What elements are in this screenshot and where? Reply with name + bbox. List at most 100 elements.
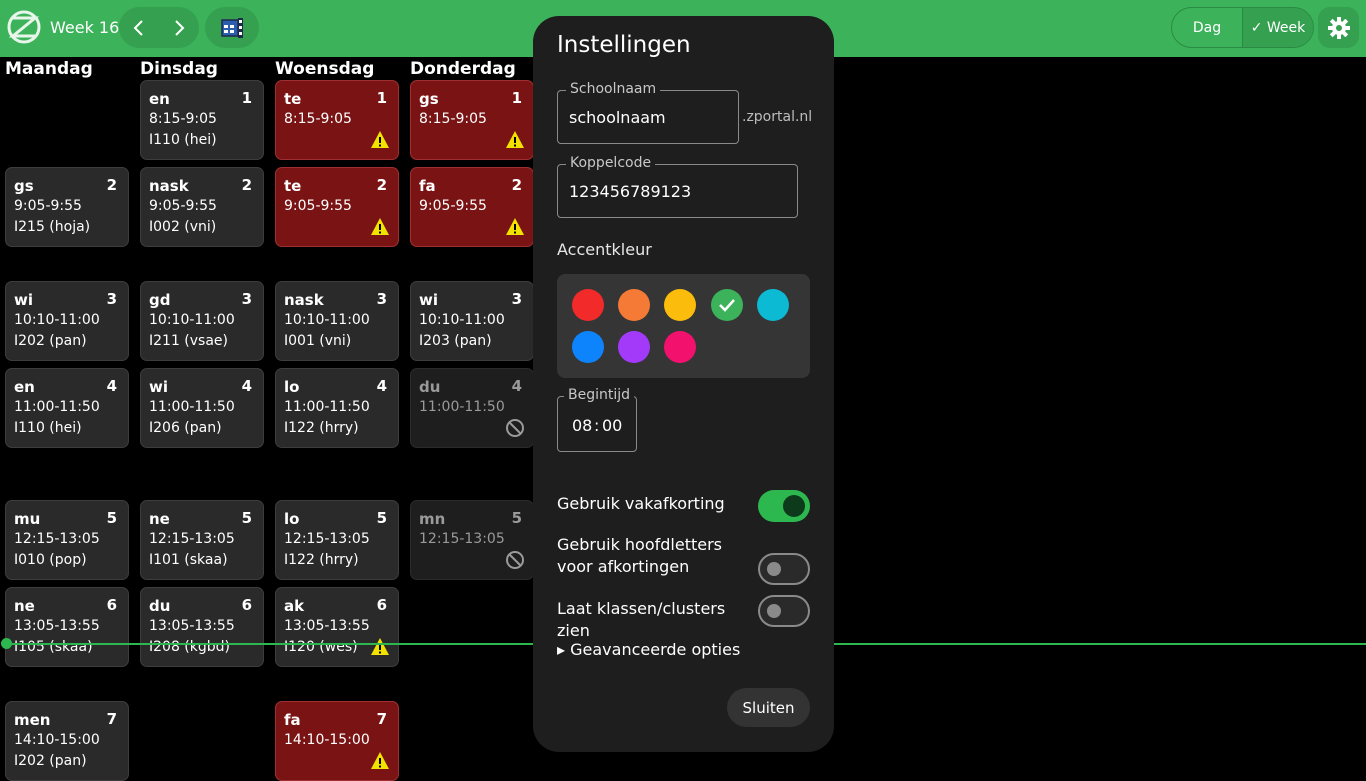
calendar-export-button[interactable] (205, 7, 259, 48)
use-abbreviation-toggle[interactable] (758, 490, 810, 522)
lesson-time: 11:00-11:50 (14, 399, 100, 415)
lesson-card[interactable]: men 7 14:10-15:00 I202 (pan) (5, 701, 129, 781)
previous-week-button[interactable] (119, 7, 159, 48)
calendar-icon (221, 17, 243, 38)
current-time-dot (1, 638, 12, 649)
day-view-button[interactable]: Dag (1172, 8, 1243, 47)
lesson-card[interactable]: nask 3 10:10-11:00 I001 (vni) (275, 281, 399, 361)
lesson-card[interactable]: ak 6 13:05-13:55 I120 (wes) (275, 587, 399, 667)
color-swatch-blue[interactable] (572, 331, 604, 363)
lesson-time: 9:05-9:55 (284, 198, 352, 214)
school-name-value: schoolnaam (569, 108, 666, 127)
lesson-time: 8:15-9:05 (149, 111, 217, 127)
color-swatch-purple[interactable] (618, 331, 650, 363)
lesson-period: 4 (376, 377, 387, 395)
lesson-card[interactable]: fa 2 9:05-9:55 (410, 167, 534, 247)
gear-icon (1327, 16, 1350, 39)
lesson-card[interactable]: du 6 13:05-13:55 I208 (kgbd) (140, 587, 264, 667)
lesson-card[interactable]: lo 4 11:00-11:50 I122 (hrry) (275, 368, 399, 448)
link-code-label: Koppelcode (566, 155, 656, 171)
show-classes-toggle[interactable] (758, 595, 810, 627)
lesson-room: I211 (vsae) (149, 333, 228, 349)
lesson-card[interactable]: ne 5 12:15-13:05 I101 (skaa) (140, 500, 264, 580)
lesson-room: I203 (pan) (419, 333, 492, 349)
lesson-card[interactable]: te 2 9:05-9:55 (275, 167, 399, 247)
lesson-time: 13:05-13:55 (284, 618, 370, 634)
lesson-time: 10:10-11:00 (419, 312, 505, 328)
lesson-card[interactable]: gs 2 9:05-9:55 I215 (hoja) (5, 167, 129, 247)
lesson-room: I101 (skaa) (149, 552, 228, 568)
lesson-room: I215 (hoja) (14, 219, 91, 235)
lesson-period: 6 (376, 596, 387, 614)
lesson-card[interactable]: wi 3 10:10-11:00 I203 (pan) (410, 281, 534, 361)
school-domain-suffix: .zportal.nl (742, 109, 813, 125)
color-swatch-orange[interactable] (618, 289, 650, 321)
lesson-room: I001 (vni) (284, 333, 352, 349)
lesson-time: 13:05-13:55 (14, 618, 100, 634)
lesson-period: 5 (241, 509, 252, 527)
advanced-options-expander[interactable]: ▸ Geavanceerde opties (557, 640, 740, 659)
lesson-card[interactable]: mn 5 12:15-13:05 (410, 500, 534, 580)
lesson-period: 3 (241, 290, 252, 308)
lesson-room: I122 (hrry) (284, 552, 359, 568)
lesson-time: 10:10-11:00 (149, 312, 235, 328)
color-swatch-pink[interactable] (664, 331, 696, 363)
lesson-period: 3 (511, 290, 522, 308)
accent-color-palette (557, 274, 810, 378)
lesson-period: 5 (106, 509, 117, 527)
lesson-card[interactable]: lo 5 12:15-13:05 I122 (hrry) (275, 500, 399, 580)
uppercase-abbreviation-toggle[interactable] (758, 553, 810, 585)
lesson-room: I208 (kgbd) (149, 639, 230, 655)
link-code-field[interactable]: Koppelcode 123456789123 (557, 155, 798, 218)
color-swatch-red[interactable] (572, 289, 604, 321)
lesson-room: I202 (pan) (14, 333, 87, 349)
lesson-period: 4 (511, 377, 522, 395)
lesson-card[interactable]: nask 2 9:05-9:55 I002 (vni) (140, 167, 264, 247)
lesson-room: I110 (hei) (14, 420, 82, 436)
lesson-time: 10:10-11:00 (14, 312, 100, 328)
lesson-card[interactable]: fa 7 14:10-15:00 (275, 701, 399, 781)
warning-icon (371, 752, 389, 769)
lesson-time: 9:05-9:55 (419, 198, 487, 214)
school-name-label: Schoolnaam (566, 81, 661, 97)
day-header-thursday: Donderdag (410, 59, 516, 79)
lesson-card[interactable]: du 4 11:00-11:50 (410, 368, 534, 448)
lesson-card[interactable]: mu 5 12:15-13:05 I010 (pop) (5, 500, 129, 580)
color-swatch-cyan[interactable] (757, 289, 789, 321)
lesson-period: 1 (376, 89, 387, 107)
lesson-card[interactable]: wi 4 11:00-11:50 I206 (pan) (140, 368, 264, 448)
lesson-time: 12:15-13:05 (14, 531, 100, 547)
lesson-period: 6 (241, 596, 252, 614)
lesson-card[interactable]: te 1 8:15-9:05 (275, 80, 399, 160)
view-toggle: Dag ✓ Week (1171, 7, 1314, 48)
lesson-period: 2 (376, 176, 387, 194)
lesson-period: 4 (106, 377, 117, 395)
color-swatch-yellow[interactable] (664, 289, 696, 321)
lesson-card[interactable]: gd 3 10:10-11:00 I211 (vsae) (140, 281, 264, 361)
lesson-time: 12:15-13:05 (419, 531, 505, 547)
settings-button[interactable] (1318, 7, 1359, 48)
lesson-period: 2 (511, 176, 522, 194)
lesson-card[interactable]: ne 6 13:05-13:55 I105 (skaa) (5, 587, 129, 667)
lesson-card[interactable]: gs 1 8:15-9:05 (410, 80, 534, 160)
week-view-button[interactable]: ✓ Week (1243, 8, 1313, 47)
lesson-card[interactable]: en 1 8:15-9:05 I110 (hei) (140, 80, 264, 160)
close-button[interactable]: Sluiten (727, 688, 810, 727)
lesson-card[interactable]: en 4 11:00-11:50 I110 (hei) (5, 368, 129, 448)
week-label: Week 16 (50, 18, 120, 37)
color-swatch-green[interactable] (711, 289, 743, 321)
lesson-room: I202 (pan) (14, 753, 87, 769)
lesson-time: 11:00-11:50 (419, 399, 505, 415)
cancelled-icon (506, 419, 524, 437)
lesson-card[interactable]: wi 3 10:10-11:00 I202 (pan) (5, 281, 129, 361)
use-abbreviation-label: Gebruik vakafkorting (557, 494, 725, 513)
next-week-button[interactable] (159, 7, 199, 48)
show-classes-label: Laat klassen/clusters zien (557, 599, 726, 640)
start-time-field[interactable]: Begintijd 08 : 00 (557, 387, 637, 452)
app-logo-icon (7, 10, 41, 44)
warning-icon (371, 218, 389, 235)
week-nav (119, 7, 199, 48)
lesson-period: 7 (106, 710, 117, 728)
school-name-field[interactable]: Schoolnaam schoolnaam (557, 81, 739, 144)
start-time-minute: 00 (602, 416, 623, 435)
